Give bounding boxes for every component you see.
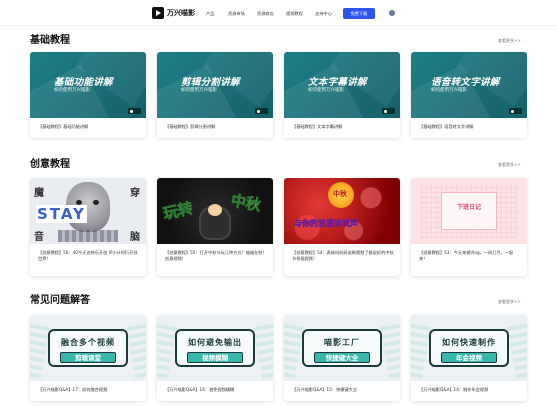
thumbnail-char: 音 bbox=[34, 232, 44, 243]
brand-badge-icon bbox=[509, 108, 522, 114]
tutorial-card[interactable]: 中秋 与你的浪漫说说声 【创意教程】54：表妹叫妈妈说刷视频了都说好的中秋节祝福… bbox=[284, 178, 400, 276]
brand-badge-icon bbox=[382, 108, 395, 114]
see-more-creative-link[interactable]: 查看更多>> bbox=[498, 162, 521, 168]
tutorial-card[interactable]: 如何避免输出 视频模糊 【万兴喵影Q&A】16：避免视频模糊 bbox=[157, 315, 273, 401]
thumbnail-subtitle: 剪辑课堂 bbox=[60, 352, 116, 363]
card-thumbnail[interactable]: 魔 穿 STAY 音 脑 bbox=[30, 178, 146, 244]
card-caption[interactable]: 【创意教程】56：40今天去快乐开创 IP小计时行开创世界！ bbox=[38, 250, 140, 262]
thumbnail-subtitle: 如何使用万兴喵影 bbox=[181, 88, 217, 93]
card-caption[interactable]: 【基础教程】剪辑分割讲解 bbox=[165, 124, 267, 130]
nav-item-video-tutorials[interactable]: 视频教程 bbox=[286, 11, 303, 17]
tutorial-card[interactable]: 语音转文字讲解 如何使用万兴喵影 【基础教程】语音转文字讲解 bbox=[411, 52, 527, 138]
tutorial-card[interactable]: 如何快速制作 年会视频 【万兴喵影Q&A】14：制作年会视频 bbox=[411, 315, 527, 401]
thumbnail-stay-text: STAY bbox=[36, 205, 87, 223]
thumbnail-subtitle: 快捷键大全 bbox=[314, 352, 370, 363]
logo-icon bbox=[152, 7, 164, 19]
card-thumbnail[interactable]: 融合多个视频 剪辑课堂 bbox=[30, 315, 146, 381]
tutorial-card[interactable]: 魔 穿 STAY 音 脑 【创意教程】56：40今天去快乐开创 IP小计时行开创… bbox=[30, 178, 146, 276]
section-title-creative: 创意教程 bbox=[30, 159, 70, 170]
card-caption[interactable]: 【万兴喵影Q&A】17：如何融合视频 bbox=[38, 387, 140, 393]
thumbnail-subtitle: 年会视频 bbox=[441, 352, 497, 363]
free-download-button[interactable]: 免费下载 bbox=[343, 8, 375, 19]
card-caption[interactable]: 【创意教程】54：表妹叫妈妈说刷视频了都说好的中秋节祝福视频！ bbox=[292, 250, 394, 262]
thumbnail-title: 如何避免输出 bbox=[188, 338, 242, 347]
tutorial-card[interactable]: 基础功能讲解 如何使用万兴喵影 【基础教程】基础功能讲解 bbox=[30, 52, 146, 138]
card-thumbnail[interactable]: 如何避免输出 视频模糊 bbox=[157, 315, 273, 381]
thumbnail-text: 玩转 bbox=[161, 199, 195, 223]
tutorial-card[interactable]: 文本字幕讲解 如何使用万兴喵影 【基础教程】文本字幕讲解 bbox=[284, 52, 400, 138]
card-caption[interactable]: 【万兴喵影Q&A】14：制作年会视频 bbox=[419, 387, 521, 393]
thumbnail-title: 喵影工厂 bbox=[324, 338, 360, 347]
avatar[interactable] bbox=[389, 10, 395, 16]
card-thumbnail[interactable]: 文本字幕讲解 如何使用万兴喵影 bbox=[284, 52, 400, 118]
thumbnail-char: 脑 bbox=[130, 232, 140, 243]
tutorial-card[interactable]: 融合多个视频 剪辑课堂 【万兴喵影Q&A】17：如何融合视频 bbox=[30, 315, 146, 401]
thumbnail-title: 剪辑分割讲解 bbox=[181, 77, 240, 88]
card-thumbnail[interactable]: 下班日记 bbox=[411, 178, 527, 244]
thumbnail-title: 文本字幕讲解 bbox=[308, 77, 367, 88]
thumbnail-subtitle: 视频模糊 bbox=[187, 352, 243, 363]
see-more-faq-link[interactable]: 查看更多>> bbox=[498, 299, 521, 305]
card-caption[interactable]: 【万兴喵影Q&A】16：避免视频模糊 bbox=[165, 387, 267, 393]
logo[interactable]: 万兴喵影 bbox=[152, 7, 195, 19]
card-thumbnail[interactable]: 喵影工厂 快捷键大全 bbox=[284, 315, 400, 381]
section-title-basics: 基础教程 bbox=[30, 35, 70, 46]
card-caption[interactable]: 【基础教程】语音转文字讲解 bbox=[419, 124, 521, 130]
brand-badge-icon bbox=[255, 108, 268, 114]
nav-item-resource-store[interactable]: 资源商店 bbox=[257, 11, 274, 17]
see-more-basics-link[interactable]: 查看更多>> bbox=[498, 38, 521, 44]
thumbnail-subtitle: 如何使用万兴喵影 bbox=[54, 88, 90, 93]
card-caption[interactable]: 【万兴喵影Q&A】15：快捷键大全 bbox=[292, 387, 394, 393]
card-caption[interactable]: 【创意教程】53：今天来做Vlog，一网打尽，一起来！ bbox=[419, 250, 521, 262]
thumbnail-text: 中秋 bbox=[333, 190, 347, 198]
card-thumbnail[interactable]: 剪辑分割讲解 如何使用万兴喵影 bbox=[157, 52, 273, 118]
card-caption[interactable]: 【创意教程】55：打开中秋节玩几种方式？喵喵在秋！创意视频！ bbox=[165, 250, 267, 262]
top-navbar: 万兴喵影 产品 资源市场 资源商店 视频教程 支持中心 免费下载 bbox=[0, 0, 557, 26]
card-caption[interactable]: 【基础教程】文本字幕讲解 bbox=[292, 124, 394, 130]
thumbnail-title: 基础功能讲解 bbox=[54, 77, 113, 88]
thumbnail-title: 如何快速制作 bbox=[442, 338, 496, 347]
thumbnail-char: 穿 bbox=[130, 188, 140, 199]
tutorial-card[interactable]: 下班日记 【创意教程】53：今天来做Vlog，一网打尽，一起来！ bbox=[411, 178, 527, 276]
card-thumbnail[interactable]: 中秋 与你的浪漫说说声 bbox=[284, 178, 400, 244]
card-thumbnail[interactable]: 玩转 中秋 bbox=[157, 178, 273, 244]
tutorial-card[interactable]: 玩转 中秋 【创意教程】55：打开中秋节玩几种方式？喵喵在秋！创意视频！ bbox=[157, 178, 273, 276]
card-thumbnail[interactable]: 基础功能讲解 如何使用万兴喵影 bbox=[30, 52, 146, 118]
thumbnail-title: 语音转文字讲解 bbox=[431, 77, 500, 88]
thumbnail-subtitle: 如何使用万兴喵影 bbox=[308, 88, 344, 93]
thumbnail-text: 下班日记 bbox=[456, 204, 481, 211]
thumbnail-title: 融合多个视频 bbox=[61, 338, 115, 347]
thumbnail-char: 魔 bbox=[34, 188, 44, 199]
thumbnail-text: 中秋 bbox=[229, 191, 263, 215]
logo-text: 万兴喵影 bbox=[167, 9, 195, 17]
tutorial-card[interactable]: 喵影工厂 快捷键大全 【万兴喵影Q&A】15：快捷键大全 bbox=[284, 315, 400, 401]
thumbnail-text: 与你的浪漫说说声 bbox=[294, 219, 359, 229]
card-thumbnail[interactable]: 如何快速制作 年会视频 bbox=[411, 315, 527, 381]
card-thumbnail[interactable]: 语音转文字讲解 如何使用万兴喵影 bbox=[411, 52, 527, 118]
tutorial-card[interactable]: 剪辑分割讲解 如何使用万兴喵影 【基础教程】剪辑分割讲解 bbox=[157, 52, 273, 138]
nav-item-resource-market[interactable]: 资源市场 bbox=[228, 11, 245, 17]
brand-badge-icon bbox=[128, 108, 141, 114]
section-title-faq: 常见问题解答 bbox=[30, 295, 90, 306]
thumbnail-subtitle: 如何使用万兴喵影 bbox=[431, 88, 467, 93]
nav-item-support[interactable]: 支持中心 bbox=[315, 11, 332, 17]
nav-item-products[interactable]: 产品 bbox=[206, 11, 214, 17]
card-caption[interactable]: 【基础教程】基础功能讲解 bbox=[38, 124, 140, 130]
